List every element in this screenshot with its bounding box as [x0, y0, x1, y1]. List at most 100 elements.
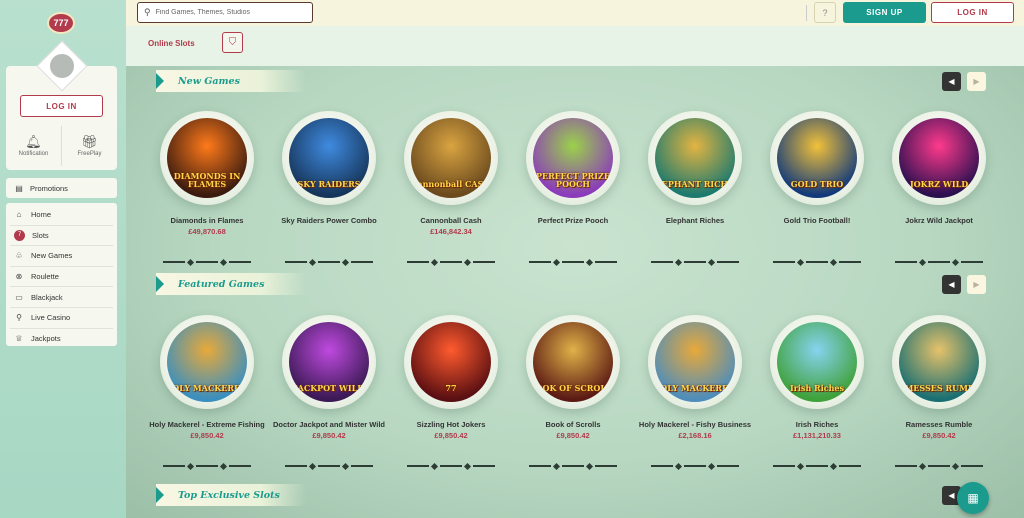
- game-artwork: JOKRZ WILD: [899, 118, 979, 198]
- login-button[interactable]: LOG IN: [931, 2, 1014, 23]
- divider-diamond: [341, 462, 350, 470]
- game-thumbnail[interactable]: HOLY MACKEREL!: [648, 315, 742, 409]
- card-divider: [651, 258, 739, 266]
- game-card[interactable]: JOKRZ WILD Jokrz Wild Jackpot: [878, 111, 1000, 276]
- game-thumbnail[interactable]: SKY RAIDERS: [282, 111, 376, 205]
- game-logo: HOLY MACKEREL!: [655, 383, 735, 393]
- game-thumbnail[interactable]: HOLY MACKEREL!: [160, 315, 254, 409]
- game-card[interactable]: DIAMONDS IN FLAMES Diamonds in Flames £49,…: [146, 111, 268, 276]
- game-card[interactable]: BOOK OF SCROLLS Book of Scrolls £9,850.42: [512, 315, 634, 480]
- signup-button[interactable]: SIGN UP: [843, 2, 926, 23]
- game-thumbnail[interactable]: JACKPOT WILD: [282, 315, 376, 409]
- chevron-left-icon: ◀: [948, 491, 955, 500]
- card-divider: [407, 462, 495, 470]
- game-artwork: 77: [411, 322, 491, 402]
- game-title: Sky Raiders Power Combo: [281, 216, 377, 225]
- new-games-icon: ♧: [15, 251, 23, 261]
- divider-diamond: [341, 258, 350, 266]
- game-card[interactable]: ELEPHANT RICHES Elephant Riches: [634, 111, 756, 276]
- game-card[interactable]: JACKPOT WILD Doctor Jackpot and Mister Wi…: [268, 315, 390, 480]
- sidebar-item-roulette[interactable]: ⊗ Roulette: [10, 267, 113, 288]
- search-icon: ⚲: [144, 7, 151, 17]
- game-card[interactable]: RAMESSES RUMBLE Ramesses Rumble £9,850.42: [878, 315, 1000, 480]
- game-card[interactable]: SKY RAIDERS Sky Raiders Power Combo: [268, 111, 390, 276]
- game-title: Irish Riches: [795, 420, 839, 429]
- divider-line: [318, 261, 340, 263]
- sidebar-item-slots[interactable]: 7 Slots: [10, 226, 113, 247]
- divider-diamond: [707, 258, 716, 266]
- game-card[interactable]: Irish Riches Irish Riches £1,131,210.33: [756, 315, 878, 480]
- divider-diamond: [430, 462, 439, 470]
- game-title: Diamonds in Flames: [170, 216, 244, 225]
- divider-diamond: [585, 258, 594, 266]
- promotions-link[interactable]: ▤ Promotions: [6, 178, 117, 198]
- sidebar-item-label: New Games: [31, 251, 73, 261]
- game-thumbnail[interactable]: Cannonball CASH: [404, 111, 498, 205]
- divider-line: [562, 465, 584, 467]
- divider-diamond: [918, 258, 927, 266]
- help-button[interactable]: ?: [814, 2, 836, 23]
- game-artwork: RAMESSES RUMBLE: [899, 322, 979, 402]
- sidebar-login-button[interactable]: LOG IN: [20, 95, 103, 117]
- top-bar: ⚲ ? SIGN UP LOG IN: [126, 0, 1024, 26]
- sidebar-item-live-casino[interactable]: ⚲ Live Casino: [10, 308, 113, 329]
- game-card[interactable]: 77 Sizzling Hot Jokers £9,850.42: [390, 315, 512, 480]
- game-logo: SKY RAIDERS: [297, 179, 361, 189]
- filter-button[interactable]: ⛉: [222, 32, 243, 53]
- game-artwork: JACKPOT WILD: [289, 322, 369, 402]
- game-card[interactable]: GOLD TRIO Gold Trio Football!: [756, 111, 878, 276]
- divider-line: [961, 465, 983, 467]
- featured-next-button[interactable]: ▶: [967, 275, 986, 294]
- game-card[interactable]: HOLY MACKEREL! Holy Mackerel - Fishy Busi…: [634, 315, 756, 480]
- bell-icon: 🔔︎: [25, 134, 42, 149]
- game-thumbnail[interactable]: JOKRZ WILD: [892, 111, 986, 205]
- new-games-row: DIAMONDS IN FLAMES Diamonds in Flames £49,…: [146, 111, 1006, 276]
- game-logo: JACKPOT WILD: [293, 383, 365, 393]
- notifications-button[interactable]: 🔔︎ Notification: [6, 126, 61, 166]
- divider-diamond: [552, 258, 561, 266]
- search-box[interactable]: ⚲: [137, 2, 313, 23]
- site-logo[interactable]: 777: [47, 12, 75, 34]
- game-thumbnail[interactable]: Irish Riches: [770, 315, 864, 409]
- chevron-right-icon: ▶: [973, 77, 980, 86]
- game-card[interactable]: HOLY MACKEREL! Holy Mackerel - Extreme Fi…: [146, 315, 268, 480]
- sidebar-item-new-games[interactable]: ♧ New Games: [10, 246, 113, 267]
- sidebar-item-blackjack[interactable]: ▭ Blackjack: [10, 287, 113, 308]
- game-card[interactable]: Cannonball CASH Cannonball Cash £146,842.3…: [390, 111, 512, 276]
- game-title: Gold Trio Football!: [783, 216, 851, 225]
- game-artwork: Cannonball CASH: [411, 118, 491, 198]
- game-thumbnail[interactable]: ELEPHANT RICHES: [648, 111, 742, 205]
- divider-line: [928, 465, 950, 467]
- freeplay-label: FreePlay: [77, 151, 102, 157]
- section-title-featured-games: Featured Games: [156, 273, 306, 295]
- divider-line: [895, 261, 917, 263]
- game-card[interactable]: PERFECT PRIZE POOCH Perfect Prize Pooch: [512, 111, 634, 276]
- sidebar-item-jackpots[interactable]: ♕ Jackpots: [10, 329, 113, 350]
- game-thumbnail[interactable]: BOOK OF SCROLLS: [526, 315, 620, 409]
- new-games-prev-button[interactable]: ◀: [942, 72, 961, 91]
- game-thumbnail[interactable]: DIAMONDS IN FLAMES: [160, 111, 254, 205]
- game-logo: ELEPHANT RICHES: [655, 179, 735, 189]
- divider-line: [928, 261, 950, 263]
- divider-line: [839, 261, 861, 263]
- divider-line: [717, 465, 739, 467]
- search-input[interactable]: [155, 9, 306, 16]
- chat-support-button[interactable]: ▦: [957, 482, 989, 514]
- game-logo: BOOK OF SCROLLS: [533, 383, 613, 393]
- game-logo: Irish Riches: [789, 383, 845, 393]
- divider-line: [440, 465, 462, 467]
- game-thumbnail[interactable]: PERFECT PRIZE POOCH: [526, 111, 620, 205]
- sidebar-item-home[interactable]: ⌂ Home: [10, 205, 113, 226]
- jackpot-amount: £9,850.42: [312, 431, 346, 440]
- avatar: [50, 54, 74, 78]
- game-artwork: DIAMONDS IN FLAMES: [167, 118, 247, 198]
- game-title: Ramesses Rumble: [905, 420, 973, 429]
- game-thumbnail[interactable]: GOLD TRIO: [770, 111, 864, 205]
- new-games-next-button[interactable]: ▶: [967, 72, 986, 91]
- section-title-new-games: New Games: [156, 70, 306, 92]
- game-thumbnail[interactable]: RAMESSES RUMBLE: [892, 315, 986, 409]
- game-thumbnail[interactable]: 77: [404, 315, 498, 409]
- featured-prev-button[interactable]: ◀: [942, 275, 961, 294]
- blackjack-icon: ▭: [15, 292, 23, 302]
- freeplay-button[interactable]: 🎁︎ FreePlay: [61, 126, 117, 166]
